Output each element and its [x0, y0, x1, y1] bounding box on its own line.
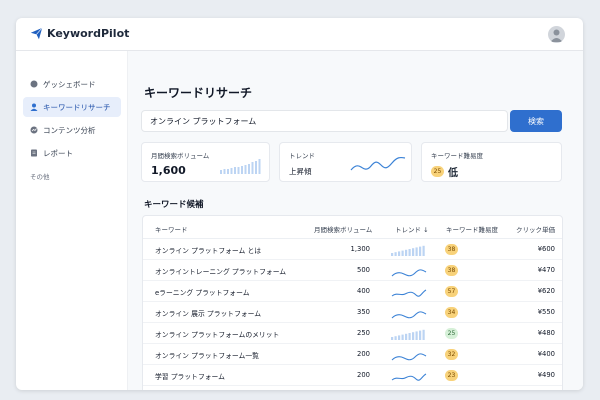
volume-cell: 250: [357, 329, 370, 337]
difficulty-badge: 23: [445, 370, 458, 381]
trend-sparkline: [350, 156, 406, 171]
sidebar-item-content-analysis[interactable]: コンテンツ分析: [23, 120, 121, 140]
app-name: KeywordPilot: [47, 27, 130, 40]
avatar[interactable]: [548, 26, 565, 43]
keyword-table: キーワード 月間検索ボリューム トレンド ↓ キーワード難易度 クリック単価 オ…: [142, 215, 563, 390]
trend-card-label: トレンド: [289, 152, 315, 160]
sidebar-other-label[interactable]: その他: [16, 171, 127, 181]
cpc-cell: ¥620: [537, 287, 555, 295]
table-row[interactable]: 学習 プラットフォーム 200 23 ¥490: [143, 365, 562, 386]
difficulty-badge: 57: [445, 286, 458, 297]
keyword-cell[interactable]: オンライン 展示 プラットフォーム: [155, 308, 261, 318]
row-trend-sparkline: [391, 269, 427, 277]
row-trend-sparkline: [391, 329, 425, 340]
cpc-cell: ¥550: [537, 308, 555, 316]
header-trend[interactable]: トレンド ↓: [395, 224, 429, 234]
keyword-cell[interactable]: オンライントレーニング プラットフォーム: [155, 266, 286, 276]
table-row[interactable]: オンライン プラットフォームのメリット 250 25 ¥480: [143, 323, 562, 344]
row-trend-sparkline: [391, 311, 427, 319]
user-avatar-icon: [550, 29, 563, 42]
table-row[interactable]: オンライン プラットフォーム一覧 200 32 ¥400: [143, 344, 562, 365]
row-trend-sparkline: [391, 245, 425, 256]
keyword-cell[interactable]: オンライン プラットフォーム とは: [155, 245, 261, 255]
sidebar-item-report[interactable]: レポート: [23, 143, 121, 163]
logo[interactable]: KeywordPilot: [30, 27, 129, 40]
sidebar-item-label: レポート: [43, 148, 73, 158]
search-button[interactable]: 検索: [510, 110, 562, 132]
header-difficulty[interactable]: キーワード難易度: [446, 224, 498, 234]
trend-card: トレンド 上昇傾: [279, 142, 412, 182]
table-row[interactable]: eラーニング プラットフォーム 400 57 ¥620: [143, 281, 562, 302]
difficulty-card-label: キーワード難易度: [431, 152, 483, 160]
difficulty-level: 低: [448, 168, 458, 179]
user-icon: [30, 103, 38, 111]
analytics-icon: [30, 126, 38, 134]
sidebar: ゲッシェボード キーワードリサーチ コンテンツ分析 レポート その他: [16, 51, 128, 390]
row-trend-sparkline: [391, 373, 427, 381]
app-window: KeywordPilot ゲッシェボード キーワードリサーチ コンテンツ分析 レ…: [16, 18, 583, 390]
keyword-cell[interactable]: eラーニング プラットフォーム: [155, 287, 250, 297]
cpc-cell: ¥600: [537, 245, 555, 253]
cpc-cell: ¥490: [537, 371, 555, 379]
sidebar-item-label: キーワードリサーチ: [43, 102, 111, 112]
table-row[interactable]: オンライン イベント プラットフォーム20027¥530: [143, 386, 562, 390]
cpc-cell: ¥400: [537, 350, 555, 358]
volume-cell: 1,300: [350, 245, 370, 253]
sidebar-item-keyword-research[interactable]: キーワードリサーチ: [23, 97, 121, 117]
keyword-cell[interactable]: オンライン プラットフォーム一覧: [155, 350, 259, 360]
keyword-candidates-title: キーワード候補: [144, 200, 204, 210]
volume-cell: 200: [357, 371, 370, 379]
header-cpc[interactable]: クリック単価: [516, 224, 562, 234]
volume-sparkline: [220, 159, 261, 174]
table-row[interactable]: オンライントレーニング プラットフォーム 500 38 ¥470: [143, 260, 562, 281]
search-input[interactable]: オンライン プラットフォーム: [141, 110, 508, 132]
trend-card-value: 上昇傾: [289, 167, 312, 176]
row-trend-sparkline: [391, 353, 427, 361]
volume-cell: 500: [357, 266, 370, 274]
header-volume[interactable]: 月間検索ボリューム: [314, 224, 382, 234]
row-trend-sparkline: [391, 289, 427, 297]
main-content: キーワードリサーチ オンライン プラットフォーム 検索 月間検索ボリューム 1,…: [128, 51, 583, 390]
difficulty-badge: 32: [445, 349, 458, 360]
difficulty-badge: 34: [445, 307, 458, 318]
difficulty-badge: 38: [445, 244, 458, 255]
table-row[interactable]: オンライン プラットフォーム とは 1,300 38 ¥600: [143, 239, 562, 260]
cpc-cell: ¥470: [537, 266, 555, 274]
difficulty-badge: 38: [445, 265, 458, 276]
table-body: オンライン プラットフォーム とは 1,300 38 ¥600 オンライントレーニング …: [143, 239, 562, 390]
dashboard-icon: [30, 80, 38, 88]
difficulty-score-badge: 25: [431, 166, 444, 177]
keyword-cell[interactable]: オンライン プラットフォームのメリット: [155, 329, 279, 339]
difficulty-card-value: 25 低: [431, 164, 458, 179]
volume-card-value: 1,600: [151, 164, 186, 177]
volume-card-label: 月間検索ボリューム: [151, 152, 210, 160]
sidebar-item-dashboard[interactable]: ゲッシェボード: [23, 74, 121, 94]
sidebar-item-label: コンテンツ分析: [43, 125, 96, 135]
difficulty-card: キーワード難易度 25 低: [421, 142, 562, 182]
volume-cell: 350: [357, 308, 370, 316]
sidebar-item-label: ゲッシェボード: [43, 79, 96, 89]
difficulty-badge: 25: [445, 328, 458, 339]
volume-cell: 200: [357, 350, 370, 358]
keyword-cell[interactable]: 学習 プラットフォーム: [155, 371, 225, 381]
header-keyword[interactable]: キーワード: [155, 224, 188, 234]
paper-plane-icon: [30, 27, 43, 40]
report-icon: [31, 149, 37, 157]
top-bar: KeywordPilot: [16, 18, 583, 51]
table-header: キーワード 月間検索ボリューム トレンド ↓ キーワード難易度 クリック単価: [143, 216, 562, 239]
volume-cell: 400: [357, 287, 370, 295]
cpc-cell: ¥480: [537, 329, 555, 337]
volume-card: 月間検索ボリューム 1,600: [141, 142, 270, 182]
table-row[interactable]: オンライン 展示 プラットフォーム 350 34 ¥550: [143, 302, 562, 323]
page-title: キーワードリサーチ: [144, 86, 253, 100]
